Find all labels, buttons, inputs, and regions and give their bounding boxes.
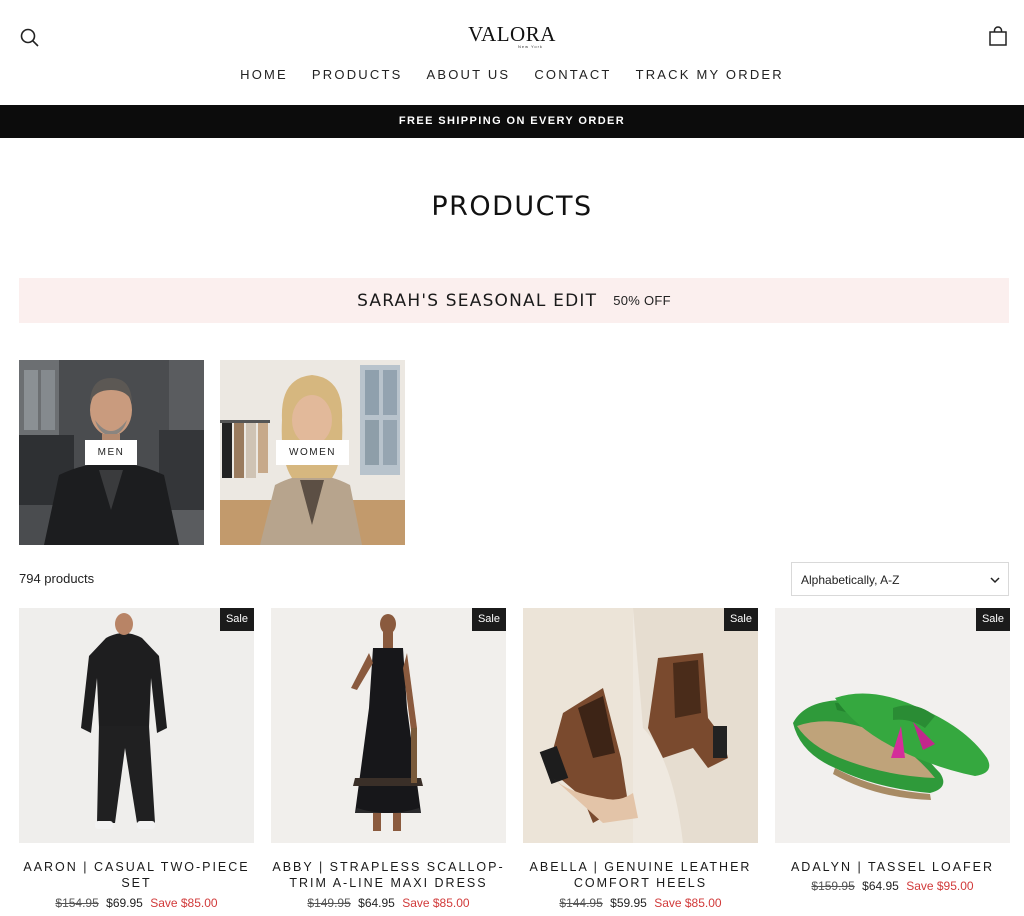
savings-text: Save $95.00 bbox=[906, 879, 974, 893]
compare-price: $144.95 bbox=[559, 896, 603, 910]
savings-text: Save $85.00 bbox=[654, 896, 722, 910]
product-card[interactable]: Sale ABBY | STRAPLESS SCALLOP-TRIM A-LIN… bbox=[271, 608, 506, 916]
bag-icon bbox=[989, 26, 1007, 46]
product-image[interactable] bbox=[523, 608, 758, 843]
product-image[interactable] bbox=[775, 608, 1010, 843]
collection-women[interactable]: WOMEN bbox=[220, 360, 405, 545]
product-card[interactable]: Sale ADALYN | TASSEL LOAFER $159.95 $64.… bbox=[775, 608, 1010, 916]
product-title[interactable]: ABELLA | GENUINE LEATHER COMFORT HEELS bbox=[523, 859, 758, 891]
page-title: PRODUCTS bbox=[431, 191, 593, 222]
sale-price: $69.95 bbox=[106, 896, 143, 910]
compare-price: $159.95 bbox=[811, 879, 855, 893]
site-logo[interactable]: VALORA New York bbox=[462, 22, 562, 49]
search-button[interactable] bbox=[19, 27, 41, 49]
product-photo-aaron bbox=[19, 608, 254, 843]
product-count: 794 products bbox=[19, 571, 95, 586]
sale-price: $64.95 bbox=[862, 879, 899, 893]
collection-men[interactable]: MEN bbox=[19, 360, 204, 545]
logo-text: VALORA bbox=[468, 22, 556, 46]
price-row: $144.95 $59.95 Save $85.00 bbox=[523, 895, 758, 911]
product-title[interactable]: AARON | CASUAL TWO-PIECE SET bbox=[19, 859, 254, 891]
promo-banner[interactable]: SARAH'S SEASONAL EDIT 50% OFF bbox=[19, 278, 1009, 323]
search-icon bbox=[20, 28, 39, 47]
sale-badge: Sale bbox=[975, 608, 1010, 631]
announcement-text: FREE SHIPPING ON EVERY ORDER bbox=[398, 115, 626, 127]
price-row: $159.95 $64.95 Save $95.00 bbox=[775, 878, 1010, 894]
price-row: $154.95 $69.95 Save $85.00 bbox=[19, 895, 254, 911]
savings-text: Save $85.00 bbox=[150, 896, 218, 910]
product-image[interactable] bbox=[271, 608, 506, 843]
nav-track-order[interactable]: TRACK MY ORDER bbox=[636, 66, 784, 84]
collection-label-women: WOMEN bbox=[276, 440, 349, 465]
savings-text: Save $85.00 bbox=[402, 896, 470, 910]
sale-badge: Sale bbox=[471, 608, 506, 631]
product-card[interactable]: Sale ABELLA | GENUINE LEATHER COMFORT HE… bbox=[523, 608, 758, 916]
nav-about-us[interactable]: ABOUT US bbox=[426, 66, 510, 84]
compare-price: $154.95 bbox=[55, 896, 99, 910]
announcement-bar: FREE SHIPPING ON EVERY ORDER bbox=[0, 105, 1024, 138]
product-title[interactable]: ADALYN | TASSEL LOAFER bbox=[775, 859, 1010, 875]
sale-badge: Sale bbox=[723, 608, 758, 631]
promo-discount: 50% OFF bbox=[613, 293, 671, 308]
sort-select[interactable]: Alphabetically, A-Z bbox=[791, 562, 1009, 596]
collection-label-men: MEN bbox=[85, 440, 137, 465]
product-photo-abella bbox=[523, 608, 758, 843]
logo-subtext: New York bbox=[518, 44, 543, 49]
product-card[interactable]: Sale AARON | CASUAL TWO-PIECE SET $154.9… bbox=[19, 608, 254, 916]
main-nav: HOME PRODUCTS ABOUT US CONTACT TRACK MY … bbox=[0, 66, 1024, 84]
compare-price: $149.95 bbox=[307, 896, 351, 910]
chevron-down-icon bbox=[990, 577, 1000, 584]
product-image[interactable] bbox=[19, 608, 254, 843]
nav-products[interactable]: PRODUCTS bbox=[312, 66, 403, 84]
product-photo-abby bbox=[271, 608, 506, 843]
product-photo-adalyn bbox=[775, 608, 1010, 843]
site-header: VALORA New York HOME PRODUCTS ABOUT US C… bbox=[0, 0, 1024, 105]
sale-badge: Sale bbox=[219, 608, 254, 631]
nav-home[interactable]: HOME bbox=[240, 66, 288, 84]
sale-price: $59.95 bbox=[610, 896, 647, 910]
sort-selected-value: Alphabetically, A-Z bbox=[801, 573, 900, 587]
sale-price: $64.95 bbox=[358, 896, 395, 910]
price-row: $149.95 $64.95 Save $85.00 bbox=[271, 895, 506, 911]
cart-button[interactable] bbox=[987, 26, 1009, 48]
nav-contact[interactable]: CONTACT bbox=[534, 66, 611, 84]
promo-title: SARAH'S SEASONAL EDIT bbox=[357, 290, 598, 311]
product-title[interactable]: ABBY | STRAPLESS SCALLOP-TRIM A-LINE MAX… bbox=[271, 859, 506, 891]
